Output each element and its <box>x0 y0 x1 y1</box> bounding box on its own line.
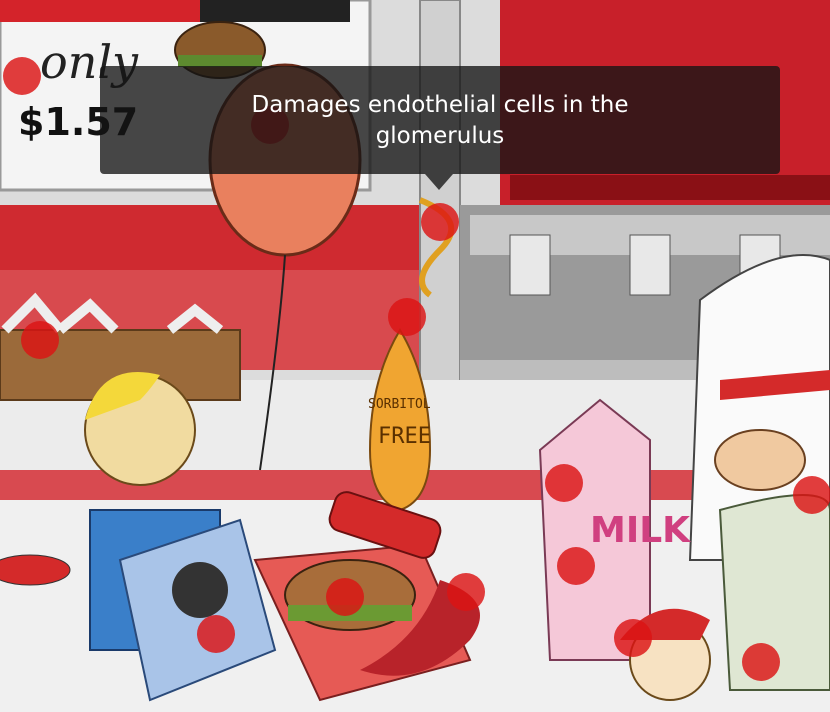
hotspot-tooltip: Damages endothelial cells in the glomeru… <box>100 66 780 174</box>
bottle-label-line2: FREE <box>378 424 431 449</box>
hotspot-sign[interactable] <box>3 57 41 95</box>
hotspot-milk-carton-side[interactable] <box>557 547 595 585</box>
hotspot-milk-carton-top[interactable] <box>545 464 583 502</box>
hotspot-toddler-cap[interactable] <box>614 619 652 657</box>
hotspot-plates[interactable] <box>21 321 59 359</box>
hotspot-balloon-string-knot[interactable] <box>421 203 459 241</box>
milk-carton-label: MILK <box>590 510 691 551</box>
hotspot-cake-jar[interactable] <box>742 643 780 681</box>
hotspot-toy-box[interactable] <box>197 615 235 653</box>
tooltip-text: Damages endothelial cells in the glomeru… <box>251 92 629 149</box>
hotspot-clerk-hand[interactable] <box>793 476 830 514</box>
hotspot-burger-tray[interactable] <box>326 578 364 616</box>
hotspot-ketchup-spill[interactable] <box>447 573 485 611</box>
hotspot-bottle-cap[interactable] <box>388 298 426 336</box>
bottle-label-line1: SORBITOL <box>368 397 431 412</box>
tooltip-arrow <box>425 174 453 190</box>
